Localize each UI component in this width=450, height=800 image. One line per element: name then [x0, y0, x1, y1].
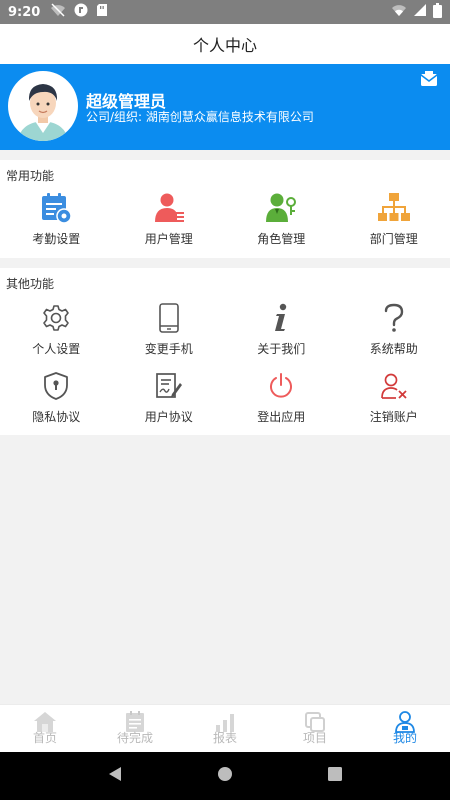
department-management-item[interactable]: 部门管理	[338, 192, 450, 247]
phone-icon	[153, 302, 185, 334]
bottom-tab-bar: 首页 待完成 报表 项目 我的	[0, 704, 450, 752]
org-chart-icon	[377, 192, 410, 224]
system-navigation-bar	[0, 752, 450, 800]
status-bar: 9:20	[0, 0, 450, 24]
common-grid: 考勤设置 用户管理 角色管理 部门管理	[0, 192, 450, 247]
attendance-settings-item[interactable]: 考勤设置	[0, 192, 113, 247]
section-title: 其他功能	[6, 277, 55, 291]
user-list-icon	[153, 192, 185, 224]
tab-projects[interactable]: 项目	[270, 705, 360, 752]
grid-item-label: 变更手机	[144, 342, 193, 356]
wifi-off-icon	[50, 3, 66, 21]
shield-lock-icon	[40, 370, 72, 402]
personal-settings-item[interactable]: 个人设置	[0, 302, 113, 357]
page-title: 个人中心	[192, 36, 257, 55]
status-time: 9:20	[8, 4, 41, 20]
question-icon	[378, 302, 410, 334]
tab-mine[interactable]: 我的	[360, 705, 450, 752]
signal-icon	[413, 3, 427, 21]
back-icon[interactable]	[107, 766, 123, 786]
other-grid-row-2: 隐私协议 用户协议 登出应用 注销账户	[0, 370, 450, 425]
profile-banner[interactable]: 超级管理员 公司/组织: 湖南创慧众赢信息技术有限公司	[0, 64, 450, 150]
grid-item-label: 系统帮助	[369, 342, 418, 356]
tab-label: 我的	[392, 731, 417, 745]
grid-item-label: 考勤设置	[32, 232, 81, 246]
grid-item-label: 部门管理	[369, 232, 418, 246]
recents-icon[interactable]	[327, 766, 343, 786]
grid-item-label: 隐私协议	[32, 410, 81, 424]
grid-item-label: 关于我们	[257, 342, 306, 356]
tab-home[interactable]: 首页	[0, 705, 90, 752]
user-management-item[interactable]: 用户管理	[113, 192, 226, 247]
role-management-item[interactable]: 角色管理	[225, 192, 338, 247]
power-icon	[265, 370, 297, 402]
tab-reports[interactable]: 报表	[180, 705, 270, 752]
about-us-item[interactable]: 关于我们	[225, 302, 338, 357]
tab-label: 待完成	[116, 731, 153, 745]
battery-icon	[433, 2, 442, 22]
tab-label: 报表	[212, 731, 237, 745]
user-key-icon	[265, 192, 297, 224]
other-functions-section: 其他功能 个人设置 变更手机 关于我们 系统帮助 隐私协议 用户协议 登出应用 …	[0, 268, 450, 435]
user-agreement-item[interactable]: 用户协议	[113, 370, 226, 425]
title-bar: 个人中心	[0, 24, 450, 64]
wifi-icon	[391, 3, 407, 21]
calendar-settings-icon	[40, 192, 72, 224]
grid-item-label: 登出应用	[257, 410, 306, 424]
grid-item-label: 用户管理	[144, 232, 193, 246]
privacy-policy-item[interactable]: 隐私协议	[0, 370, 113, 425]
grid-item-label: 注销账户	[369, 410, 418, 424]
document-edit-icon	[153, 370, 185, 402]
system-help-item[interactable]: 系统帮助	[338, 302, 450, 357]
user-company: 公司/组织: 湖南创慧众赢信息技术有限公司	[86, 110, 314, 124]
sd-card-icon	[96, 3, 108, 21]
app-notification-icon	[74, 3, 88, 21]
delete-account-item[interactable]: 注销账户	[338, 370, 450, 425]
user-remove-icon	[378, 370, 410, 402]
tab-todo[interactable]: 待完成	[90, 705, 180, 752]
grid-item-label: 角色管理	[257, 232, 306, 246]
grid-item-label: 用户协议	[144, 410, 193, 424]
home-button-icon[interactable]	[217, 766, 233, 786]
grid-item-label: 个人设置	[32, 342, 81, 356]
section-title: 常用功能	[6, 169, 55, 183]
mail-icon[interactable]	[420, 71, 438, 91]
info-icon	[265, 302, 297, 334]
other-grid-row-1: 个人设置 变更手机 关于我们 系统帮助	[0, 302, 450, 357]
tab-label: 项目	[302, 731, 327, 745]
tab-label: 首页	[32, 731, 57, 745]
change-phone-item[interactable]: 变更手机	[113, 302, 226, 357]
logout-item[interactable]: 登出应用	[225, 370, 338, 425]
avatar[interactable]	[8, 71, 78, 141]
common-functions-section: 常用功能 考勤设置 用户管理 角色管理 部门管理	[0, 160, 450, 258]
gear-icon	[40, 302, 72, 334]
